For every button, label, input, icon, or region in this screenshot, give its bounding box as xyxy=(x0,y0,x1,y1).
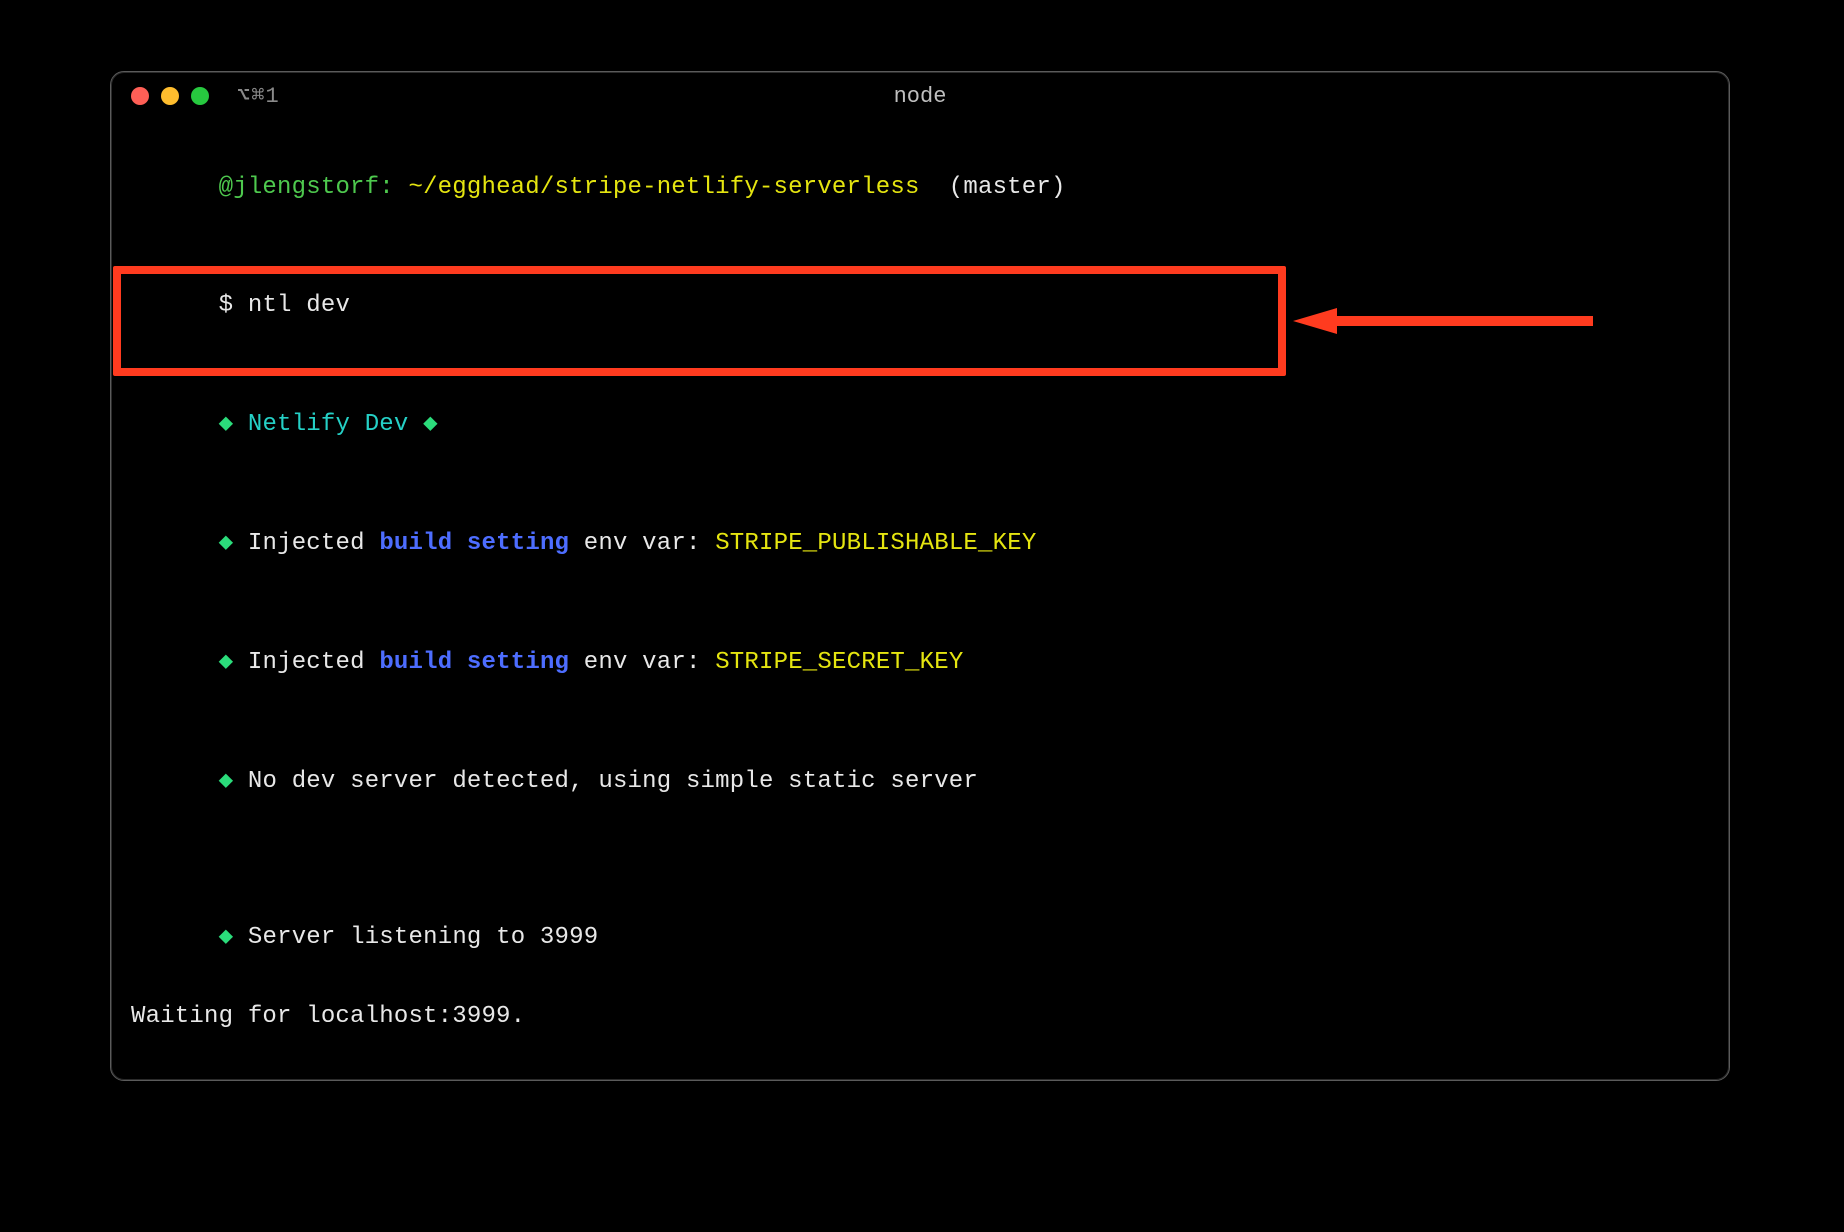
server-listen-line: ◆ Server listening to 3999 xyxy=(131,879,1709,998)
prompt-line: @jlengstorf: ~/egghead/stripe-netlify-se… xyxy=(131,128,1709,247)
prompt-branch: (master) xyxy=(920,174,1066,201)
traffic-lights xyxy=(131,87,209,105)
terminal-window: ⌥⌘1 node @jlengstorf: ~/egghead/stripe-n… xyxy=(110,71,1730,1081)
injected-mid: env var: xyxy=(569,649,715,676)
minimize-icon[interactable] xyxy=(161,87,179,105)
netlify-dev-label: Netlify Dev xyxy=(233,411,423,438)
injected-mid: env var: xyxy=(569,530,715,557)
env-var-name: STRIPE_SECRET_KEY xyxy=(715,649,963,676)
injected-prefix: Injected xyxy=(233,530,379,557)
netlify-dev-banner: ◆ Netlify Dev ◆ xyxy=(131,366,1709,485)
no-dev-server-line: ◆ No dev server detected, using simple s… xyxy=(131,722,1709,841)
prompt-symbol: $ xyxy=(219,292,248,319)
diamond-icon: ◆ xyxy=(219,530,234,557)
build-setting-label: build setting xyxy=(379,649,569,676)
window-title: node xyxy=(111,84,1729,109)
zoom-icon[interactable] xyxy=(191,87,209,105)
close-icon[interactable] xyxy=(131,87,149,105)
injected-var-line-2: ◆ Injected build setting env var: STRIPE… xyxy=(131,603,1709,722)
diamond-icon: ◆ xyxy=(219,411,234,438)
injected-prefix: Injected xyxy=(233,649,379,676)
prompt-path: ~/egghead/stripe-netlify-serverless xyxy=(408,174,919,201)
titlebar: ⌥⌘1 node xyxy=(111,72,1729,120)
build-setting-label: build setting xyxy=(379,530,569,557)
env-var-name: STRIPE_PUBLISHABLE_KEY xyxy=(715,530,1036,557)
diamond-icon: ◆ xyxy=(219,768,234,795)
diamond-icon: ◆ xyxy=(423,411,438,438)
tab-shortcut-hint: ⌥⌘1 xyxy=(237,83,280,109)
terminal-output[interactable]: @jlengstorf: ~/egghead/stripe-netlify-se… xyxy=(111,120,1729,1081)
command-text: ntl dev xyxy=(248,292,350,319)
blank-line xyxy=(131,841,1709,879)
injected-var-line-1: ◆ Injected build setting env var: STRIPE… xyxy=(131,484,1709,603)
diamond-icon: ◆ xyxy=(219,924,234,951)
command-line: $ ntl dev xyxy=(131,247,1709,366)
lambda-line: ◆ Lambda server is listening on 34567 xyxy=(131,1037,1709,1081)
prompt-user: @jlengstorf: xyxy=(219,174,409,201)
waiting-line-1: Waiting for localhost:3999. xyxy=(131,997,1709,1037)
diamond-icon: ◆ xyxy=(219,649,234,676)
no-dev-text: No dev server detected, using simple sta… xyxy=(233,768,978,795)
server-listen-text: Server listening to 3999 xyxy=(233,924,598,951)
